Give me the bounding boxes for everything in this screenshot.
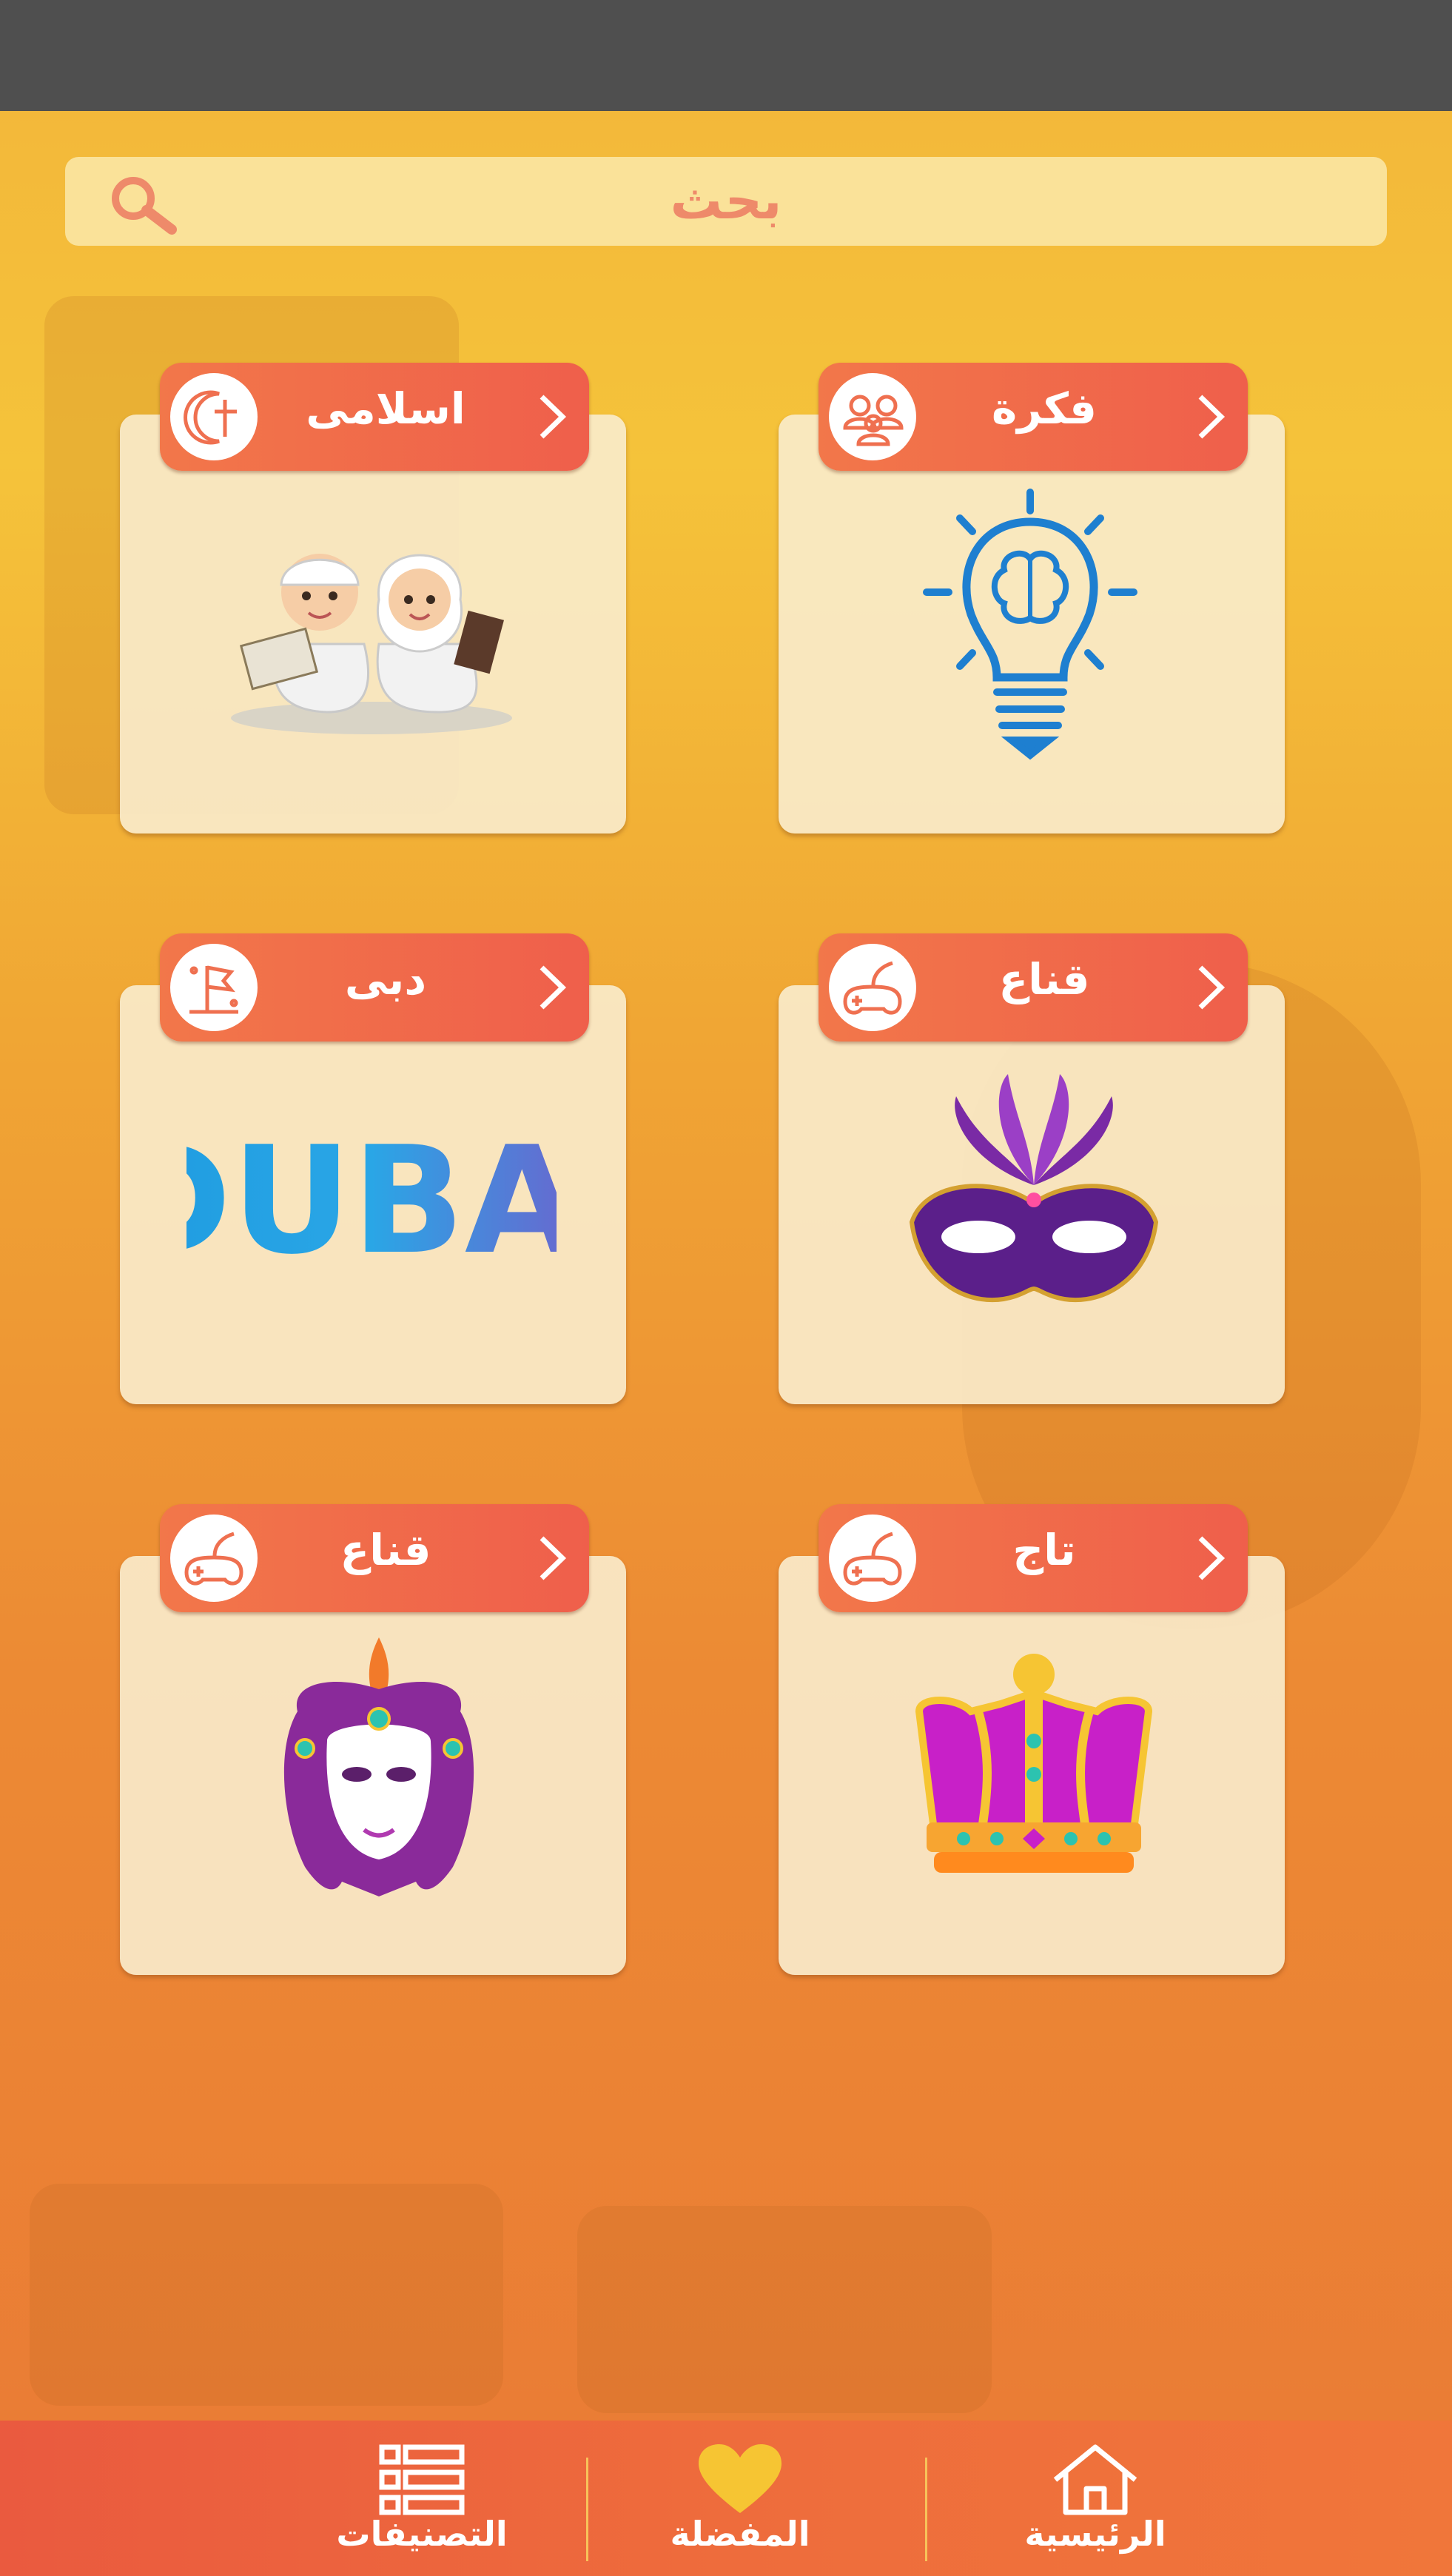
list-icon: [379, 2444, 465, 2515]
category-card-crown[interactable]: [779, 1556, 1285, 1975]
chevron-right-icon[interactable]: [1194, 1532, 1227, 1584]
gamepad-icon: [829, 944, 916, 1031]
card-title: قناع: [998, 954, 1090, 1004]
card-header-idea[interactable]: فكرة: [819, 363, 1248, 471]
lightbulb-brain-image: [923, 489, 1137, 760]
background-pattern: [577, 2206, 992, 2413]
status-bar: [0, 0, 1452, 111]
nav-home-label: الرئيسية: [1024, 2514, 1166, 2554]
background-pattern: [30, 2184, 503, 2406]
card-title: فكرة: [991, 383, 1098, 434]
card-header-crown[interactable]: تاج: [819, 1504, 1248, 1612]
chevron-right-icon[interactable]: [536, 962, 568, 1013]
card-header-islamic[interactable]: اسلامى: [160, 363, 589, 471]
kids-reading-image: [231, 554, 512, 734]
card-title: دبى: [344, 954, 427, 1004]
card-title: اسلامى: [306, 383, 465, 434]
dubai-logo-text: DUBAI: [186, 1133, 557, 1274]
chevron-right-icon[interactable]: [1194, 962, 1227, 1013]
bottom-nav: التصنيفات المفضلة الرئيسية: [0, 2421, 1452, 2576]
nav-favorites[interactable]: المفضلة: [570, 2421, 910, 2576]
card-header-dubai[interactable]: دبى: [160, 933, 589, 1042]
nav-home[interactable]: الرئيسية: [925, 2421, 1266, 2576]
category-card-mask-2[interactable]: [120, 1556, 626, 1975]
card-header-mask[interactable]: قناع: [819, 933, 1248, 1042]
crown-image: [915, 1654, 1153, 1873]
gamepad-icon: [170, 1515, 258, 1602]
card-title: تاج: [1012, 1525, 1076, 1575]
nav-categories-label: التصنيفات: [336, 2514, 508, 2554]
purple-mask-image: [909, 1074, 1159, 1302]
chevron-right-icon[interactable]: [536, 391, 568, 443]
gamepad-icon: [829, 1515, 916, 1602]
search-bar[interactable]: بحث: [65, 157, 1387, 246]
card-header-mask-2[interactable]: قناع: [160, 1504, 589, 1612]
chevron-right-icon[interactable]: [536, 1532, 568, 1584]
home-icon: [1053, 2444, 1137, 2515]
nav-favorites-label: المفضلة: [670, 2514, 810, 2554]
people-icon: [829, 373, 916, 460]
chevron-right-icon[interactable]: [1194, 391, 1227, 443]
category-card-mask[interactable]: [779, 985, 1285, 1404]
venetian-mask-image: [283, 1637, 474, 1896]
dubai-logo-image: DUBAI: [186, 1133, 557, 1274]
flag-icon: [170, 944, 258, 1031]
category-card-idea[interactable]: [779, 415, 1285, 833]
search-input[interactable]: بحث: [65, 170, 1387, 231]
nav-categories[interactable]: التصنيفات: [252, 2421, 592, 2576]
heart-icon: [699, 2444, 782, 2513]
card-title: قناع: [340, 1525, 431, 1575]
category-card-dubai[interactable]: DUBAI: [120, 985, 626, 1404]
crescent-cross-icon: [170, 373, 258, 460]
category-card-islamic[interactable]: [120, 415, 626, 833]
